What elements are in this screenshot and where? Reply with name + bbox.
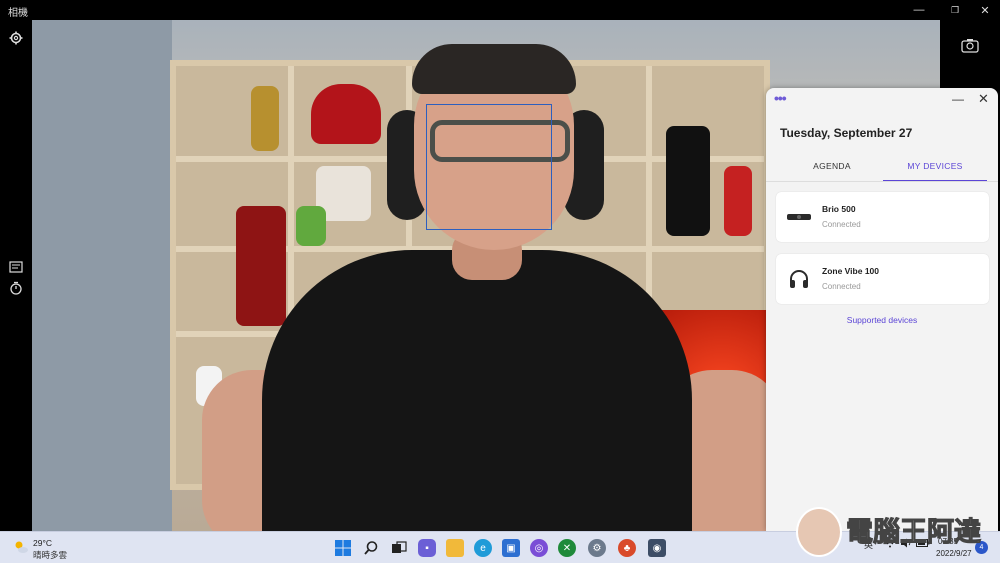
panel-minimize-button[interactable]: — <box>952 92 964 106</box>
teams-chat-icon[interactable]: ▪ <box>418 539 436 557</box>
timer-icon[interactable] <box>6 278 26 298</box>
xbox-icon[interactable]: ✕ <box>558 539 576 557</box>
camera-icon[interactable]: ◉ <box>648 539 666 557</box>
hair <box>412 44 576 94</box>
device-card-brio-500[interactable]: Brio 500 Connected <box>776 192 989 242</box>
edge-icon[interactable]: e <box>474 539 492 557</box>
minimize-button[interactable]: — <box>904 0 934 20</box>
logitech-tune-panel: ••• — ✕ Tuesday, September 27 AGENDA MY … <box>766 88 998 531</box>
file-explorer-icon[interactable] <box>446 539 464 557</box>
watermark-avatar <box>796 507 842 557</box>
settings-icon[interactable]: ⚙ <box>588 539 606 557</box>
device-name: Zone Vibe 100 <box>822 266 880 276</box>
background-wall <box>32 20 172 531</box>
face-tracking-box <box>426 104 552 230</box>
watermark-logo: 電腦王阿達 <box>846 517 982 549</box>
device-name: Brio 500 <box>822 204 856 214</box>
panel-header: ••• — ✕ <box>766 88 998 112</box>
device-status: Connected <box>822 282 861 291</box>
site-watermark: 電腦王阿達 <box>790 505 1000 563</box>
left-toolbar <box>0 20 32 531</box>
headphones-icon <box>786 268 812 290</box>
weather-partly-cloudy-icon[interactable] <box>13 539 29 555</box>
tab-my-devices[interactable]: MY DEVICES <box>883 156 987 182</box>
tabs-divider <box>766 181 998 182</box>
settings-icon[interactable] <box>6 28 26 48</box>
store-icon[interactable]: ▣ <box>502 539 520 557</box>
search-icon[interactable] <box>362 539 380 557</box>
window-title: 相機 <box>8 8 28 19</box>
webcam-icon <box>786 206 812 228</box>
switch-camera-icon[interactable] <box>960 36 980 56</box>
game-icon[interactable]: ♣ <box>618 539 636 557</box>
close-button[interactable]: ✕ <box>970 0 1000 20</box>
supported-devices-link[interactable]: Supported devices <box>766 315 998 325</box>
device-status: Connected <box>822 220 861 229</box>
weather-description[interactable]: 晴時多雲 <box>33 549 67 561</box>
weather-temperature[interactable]: 29°C <box>33 538 52 548</box>
more-options-icon[interactable]: ••• <box>774 90 787 106</box>
panel-tabs: AGENDA MY DEVICES <box>766 156 998 182</box>
panel-close-button[interactable]: ✕ <box>978 91 989 107</box>
title-bar: 相機 — ❐ ✕ <box>0 0 1000 20</box>
pro-controls-icon[interactable] <box>6 257 26 277</box>
panel-date: Tuesday, September 27 <box>780 126 913 140</box>
maximize-button[interactable]: ❐ <box>940 0 970 20</box>
person-on-camera <box>182 230 782 531</box>
windows-start-icon[interactable] <box>334 539 352 557</box>
task-view-icon[interactable] <box>390 539 408 557</box>
device-card-zone-vibe-100[interactable]: Zone Vibe 100 Connected <box>776 254 989 304</box>
app-icon[interactable]: ◎ <box>530 539 548 557</box>
tab-agenda[interactable]: AGENDA <box>780 156 884 182</box>
svg-text:電腦王阿達: 電腦王阿達 <box>846 517 981 548</box>
